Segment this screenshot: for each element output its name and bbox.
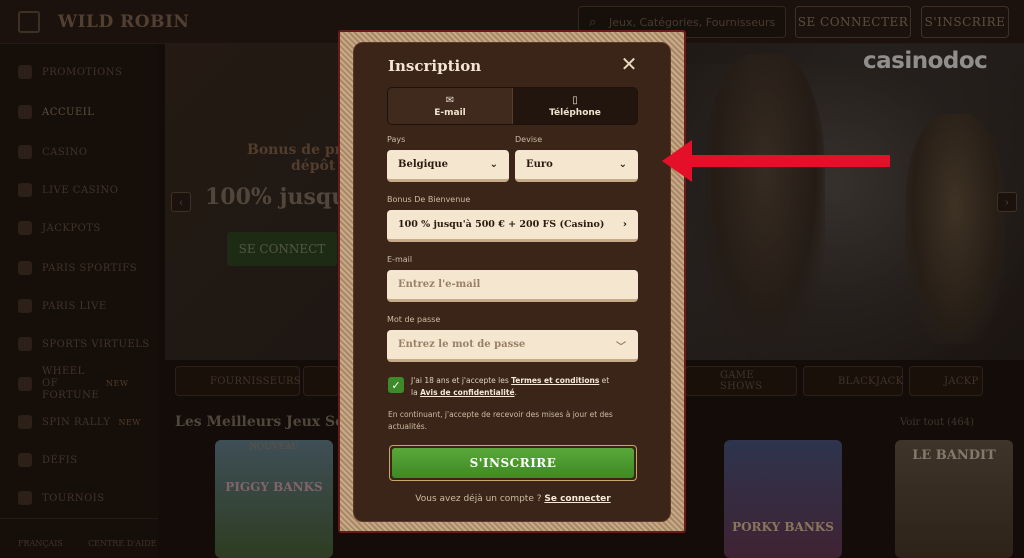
submit-frame: S'INSCRIRE [389,445,637,481]
currency-label: Devise [515,135,543,144]
chevron-down-icon: ⌄ [618,159,627,170]
country-label: Pays [387,135,406,144]
envelope-icon: ✉ [445,94,455,106]
password-field[interactable]: Entrez le mot de passe ﹀ [387,330,638,362]
signup-modal: Inscription ✕ ✉ E-mail ▯ Téléphone Pays … [353,42,671,522]
bonus-value: 100 % jusqu'à 500 € + 200 FS (Casino) [398,219,605,230]
arrow-head [662,140,890,182]
annotation-arrow-icon [662,140,890,182]
login-prompt-text: Vous avez déjà un compte ? [415,494,545,504]
tab-phone[interactable]: ▯ Téléphone [513,88,637,124]
terms-link[interactable]: Termes et conditions [511,376,599,385]
email-label: E-mail [387,255,413,264]
country-select[interactable]: Belgique ⌄ [387,150,509,182]
terms-text: J'ai 18 ans et j'accepte les Termes et c… [411,375,611,399]
privacy-link[interactable]: Avis de confidentialité [420,388,514,397]
currency-select[interactable]: Euro ⌄ [515,150,638,182]
signup-method-tabs: ✉ E-mail ▯ Téléphone [387,87,638,125]
chevron-down-icon: ⌄ [489,159,498,170]
tab-label: Téléphone [549,107,601,118]
currency-value: Euro [526,159,553,170]
close-icon[interactable]: ✕ [618,53,640,75]
email-placeholder: Entrez l'e-mail [398,279,481,290]
email-field[interactable]: Entrez l'e-mail [387,270,638,302]
bonus-label: Bonus De Bienvenue [387,195,471,204]
terms-suffix: . [514,388,517,397]
password-label: Mot de passe [387,315,441,324]
signup-submit-button[interactable]: S'INSCRIRE [392,448,634,478]
terms-checkbox[interactable]: ✓ [388,377,404,393]
password-placeholder: Entrez le mot de passe [398,339,526,350]
consent-text: En continuant, j'accepte de recevoir des… [388,410,613,431]
bonus-select[interactable]: 100 % jusqu'à 500 € + 200 FS (Casino) › [387,210,638,242]
eye-closed-icon[interactable]: ﹀ [616,338,626,353]
phone-icon: ▯ [572,94,578,106]
tab-email[interactable]: ✉ E-mail [388,88,513,124]
login-link[interactable]: Se connecter [544,494,610,504]
modal-title: Inscription [388,57,482,75]
login-prompt: Vous avez déjà un compte ? Se connecter [354,494,672,504]
country-value: Belgique [398,159,449,170]
terms-prefix: J'ai 18 ans et j'accepte les [411,376,512,385]
chevron-right-icon: › [622,219,627,230]
tab-label: E-mail [434,107,466,118]
